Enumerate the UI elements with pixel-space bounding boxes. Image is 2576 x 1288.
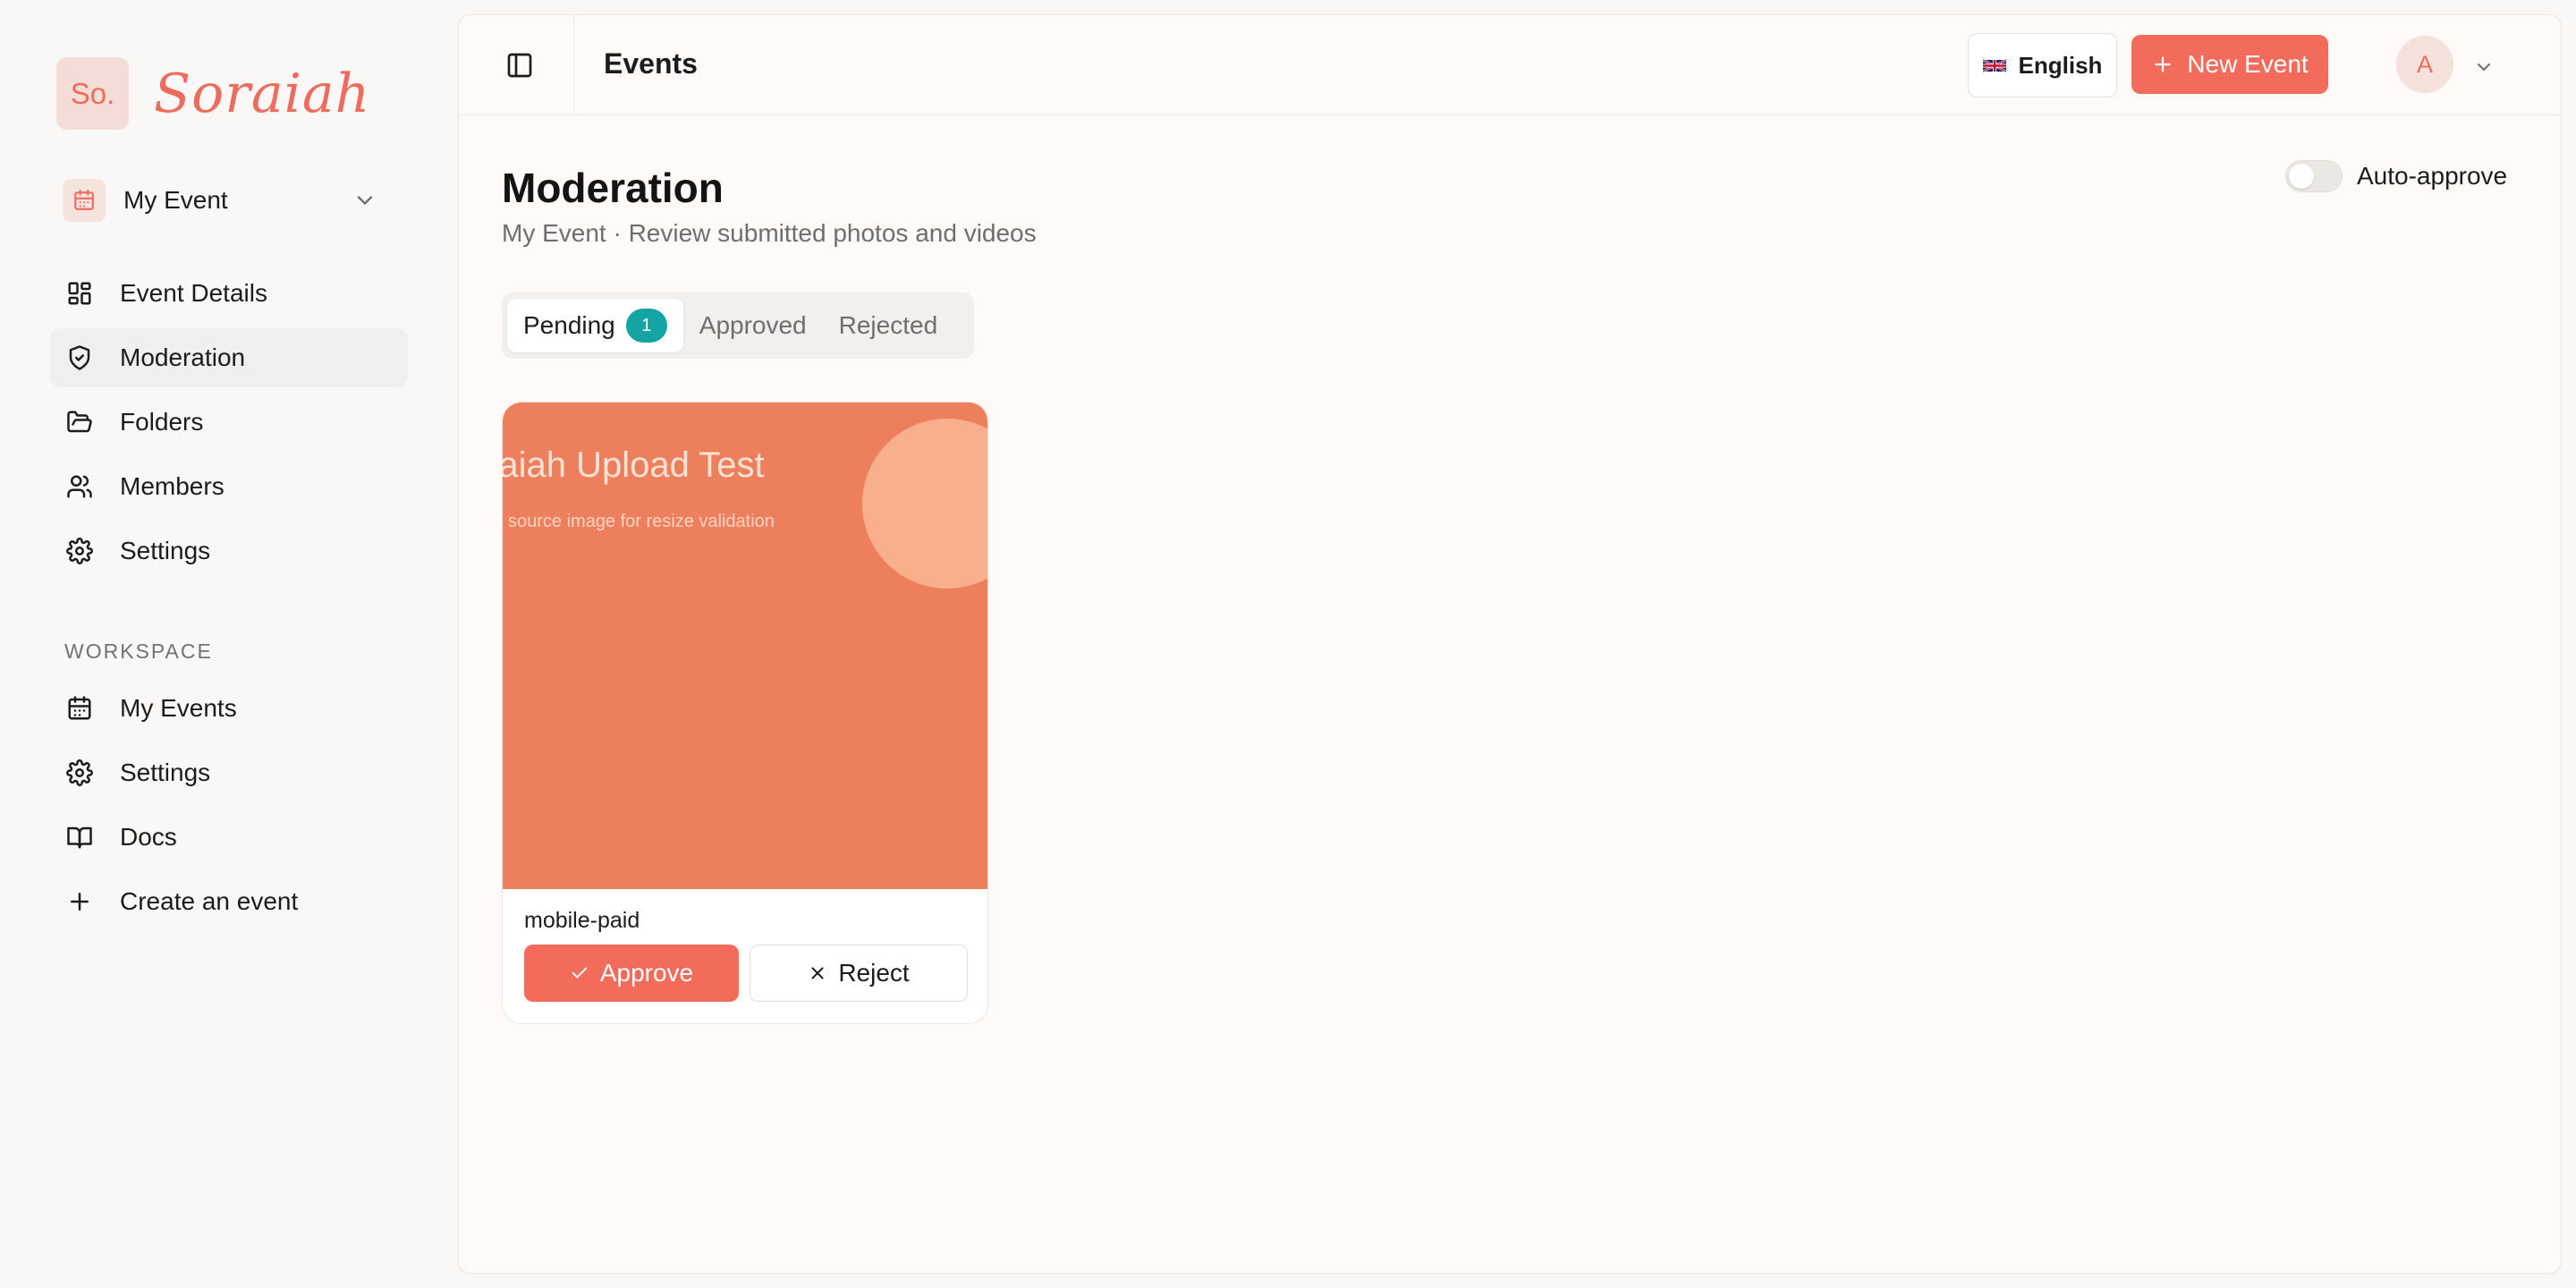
avatar[interactable]: A <box>2396 36 2453 93</box>
media-card: raiah Upload Test source image for resiz… <box>502 402 988 1024</box>
plus-icon <box>2155 56 2171 72</box>
calendar-icon <box>63 179 106 222</box>
main-panel: Events English New Event A Moderation My… <box>458 14 2562 1274</box>
sidebar-toggle-icon[interactable] <box>504 49 536 81</box>
workspace-nav: My Events Settings Docs Create an event <box>50 679 408 936</box>
plus-icon <box>64 886 95 917</box>
dashboard-icon <box>64 278 95 309</box>
page-subtitle: My Event · Review submitted photos and v… <box>502 219 1037 247</box>
event-switcher[interactable]: My Event <box>52 168 410 233</box>
thumbnail-circle <box>862 419 987 589</box>
sidebar-item-folders[interactable]: Folders <box>50 393 408 452</box>
sidebar-item-label: Settings <box>120 758 211 786</box>
toggle-knob <box>2289 164 2314 189</box>
event-switcher-label: My Event <box>123 186 228 214</box>
sidebar-item-create-event[interactable]: Create an event <box>50 872 408 931</box>
brand-name: Soraiah <box>154 62 371 125</box>
thumbnail-subtitle: source image for resize validation <box>508 512 775 531</box>
gear-icon <box>64 758 95 788</box>
folder-open-icon <box>64 407 95 437</box>
sidebar-item-docs[interactable]: Docs <box>50 808 408 867</box>
sidebar-item-event-details[interactable]: Event Details <box>50 264 408 323</box>
tab-approved[interactable]: Approved <box>683 299 823 352</box>
calendar-icon <box>64 693 95 724</box>
auto-approve-label: Auto-approve <box>2357 162 2508 190</box>
topbar-divider <box>573 15 574 115</box>
tab-label: Rejected <box>838 311 938 339</box>
sidebar-item-label: Docs <box>120 823 177 851</box>
auto-approve-control: Auto-approve <box>2285 160 2507 192</box>
sidebar: So. Soraiah My Event Event Details Moder… <box>0 0 458 1288</box>
auto-approve-toggle[interactable] <box>2285 160 2343 192</box>
sidebar-item-label: Create an event <box>120 887 299 915</box>
sidebar-item-my-events[interactable]: My Events <box>50 679 408 738</box>
new-event-button[interactable]: New Event <box>2131 35 2328 94</box>
chevron-down-icon <box>352 188 377 217</box>
tab-label: Approved <box>699 311 807 339</box>
book-open-icon <box>64 822 95 852</box>
tab-label: Pending <box>523 311 615 339</box>
reject-button[interactable]: Reject <box>750 945 968 1002</box>
approve-button[interactable]: Approve <box>524 945 739 1002</box>
sidebar-item-label: Moderation <box>120 343 246 371</box>
topbar-title: Events <box>604 47 698 80</box>
sidebar-item-members[interactable]: Members <box>50 457 408 516</box>
thumbnail-title: raiah Upload Test <box>503 445 765 485</box>
sidebar-item-label: Settings <box>120 537 211 564</box>
approve-label: Approve <box>599 959 694 987</box>
brand-mark: So. <box>56 57 129 130</box>
moderation-tabs: Pending 1 Approved Rejected <box>502 292 974 359</box>
workspace-section-title: WORKSPACE <box>64 640 213 663</box>
users-icon <box>64 471 95 502</box>
uk-flag-icon <box>1982 58 2006 72</box>
topbar: Events English New Event A <box>459 15 2561 115</box>
sidebar-item-label: Members <box>120 472 225 500</box>
pending-count-badge: 1 <box>625 309 667 343</box>
sidebar-item-label: My Events <box>120 694 237 722</box>
brand-logo[interactable]: So. Soraiah <box>56 57 370 130</box>
chevron-down-icon[interactable] <box>2473 56 2495 82</box>
gear-icon <box>64 536 95 566</box>
sidebar-item-label: Folders <box>120 408 204 436</box>
close-icon <box>811 967 824 979</box>
new-event-label: New Event <box>2187 50 2309 78</box>
tab-rejected[interactable]: Rejected <box>823 299 954 352</box>
language-button[interactable]: English <box>1968 33 2117 97</box>
sidebar-item-moderation[interactable]: Moderation <box>50 328 408 387</box>
check-icon <box>572 967 588 979</box>
event-nav: Event Details Moderation Folders Members… <box>50 264 408 586</box>
media-uploader-name: mobile-paid <box>524 908 640 933</box>
media-thumbnail[interactable]: raiah Upload Test source image for resiz… <box>503 402 987 889</box>
sidebar-item-settings[interactable]: Settings <box>50 521 408 580</box>
page-title: Moderation <box>502 165 724 211</box>
reject-label: Reject <box>838 959 910 987</box>
sidebar-item-label: Event Details <box>120 279 267 307</box>
language-label: English <box>2018 51 2103 79</box>
sidebar-item-workspace-settings[interactable]: Settings <box>50 743 408 802</box>
shield-check-icon <box>64 343 95 373</box>
tab-pending[interactable]: Pending 1 <box>507 299 683 352</box>
